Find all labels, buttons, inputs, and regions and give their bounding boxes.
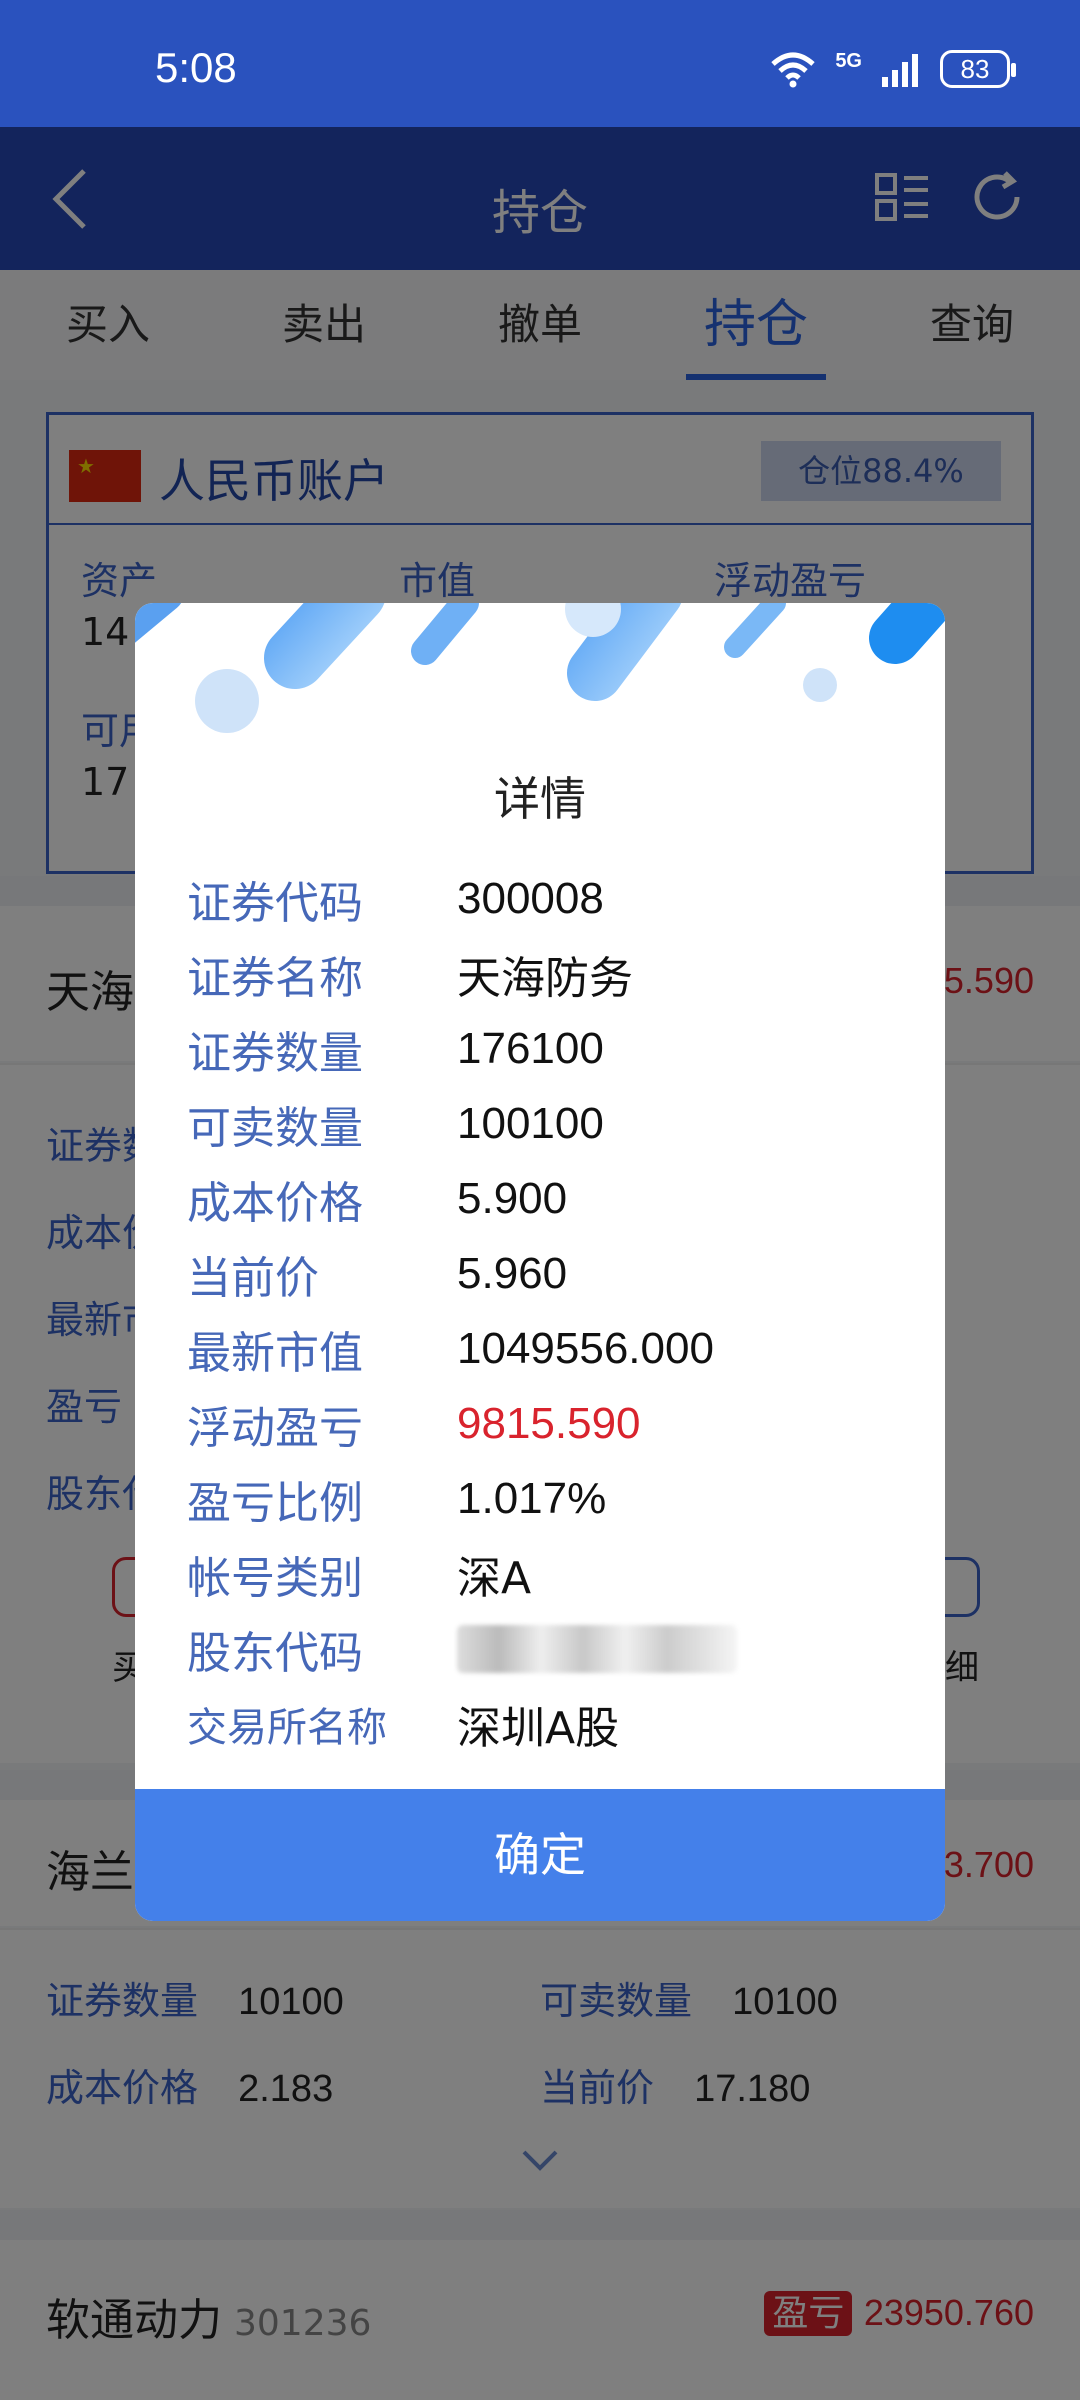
- detail-row: 可卖数量 100100: [187, 1086, 907, 1161]
- detail-key: 交易所名称: [187, 1704, 387, 1751]
- detail-key: 盈亏比例: [187, 1477, 363, 1529]
- detail-key: 最新市值: [187, 1327, 363, 1379]
- detail-value: 176100: [457, 1023, 604, 1073]
- decorative-banner: [135, 603, 945, 733]
- detail-row: 浮动盈亏 9815.590: [187, 1386, 907, 1461]
- detail-row: 成本价格 5.900: [187, 1161, 907, 1236]
- detail-dialog: 详情 证券代码 300008 证券名称 天海防务 证券数量 176100 可卖数…: [135, 603, 945, 1921]
- detail-key: 当前价: [187, 1252, 319, 1304]
- detail-key: 股东代码: [187, 1627, 363, 1679]
- battery-level: 83: [960, 54, 990, 84]
- detail-key: 可卖数量: [187, 1102, 363, 1154]
- detail-row: 最新市值 1049556.000: [187, 1311, 907, 1386]
- detail-key: 证券数量: [187, 1027, 363, 1079]
- detail-value: 1049556.000: [457, 1323, 714, 1373]
- network-label: 5G: [835, 49, 862, 72]
- detail-key: 成本价格: [187, 1177, 363, 1229]
- status-bar: 5:08 5G 83: [0, 0, 1080, 127]
- detail-value: 300008: [457, 873, 604, 923]
- detail-value: 1.017%: [457, 1473, 607, 1523]
- detail-value: 5.960: [457, 1248, 568, 1298]
- detail-key: 证券代码: [187, 877, 363, 929]
- detail-value: 深圳A股: [457, 1702, 620, 1754]
- detail-value: 5.900: [457, 1173, 568, 1223]
- detail-key: 证券名称: [187, 952, 363, 1004]
- status-icons: 5G 83: [769, 49, 1016, 88]
- detail-value: 天海防务: [457, 952, 633, 1004]
- detail-row: 证券数量 176100: [187, 1011, 907, 1086]
- battery-icon: 83: [940, 50, 1016, 88]
- wifi-icon: [771, 52, 815, 88]
- detail-row: 证券代码 300008: [187, 861, 907, 936]
- detail-row: 当前价 5.960: [187, 1236, 907, 1311]
- detail-row: 盈亏比例 1.017%: [187, 1461, 907, 1536]
- detail-key: 帐号类别: [187, 1552, 363, 1604]
- detail-key: 浮动盈亏: [187, 1402, 363, 1454]
- detail-row: 股东代码: [187, 1611, 907, 1686]
- confirm-button[interactable]: 确定: [135, 1789, 945, 1921]
- detail-row: 帐号类别 深A: [187, 1536, 907, 1611]
- detail-value: 深A: [457, 1552, 532, 1604]
- detail-value: 100100: [457, 1098, 604, 1148]
- detail-row: 交易所名称 深圳A股: [187, 1686, 907, 1761]
- signal-icon: [882, 54, 918, 87]
- redacted-shareholder-code: [457, 1624, 737, 1673]
- dialog-title: 详情: [494, 772, 586, 826]
- detail-row: 证券名称 天海防务: [187, 936, 907, 1011]
- status-time: 5:08: [155, 44, 237, 91]
- detail-value: 9815.590: [457, 1398, 641, 1448]
